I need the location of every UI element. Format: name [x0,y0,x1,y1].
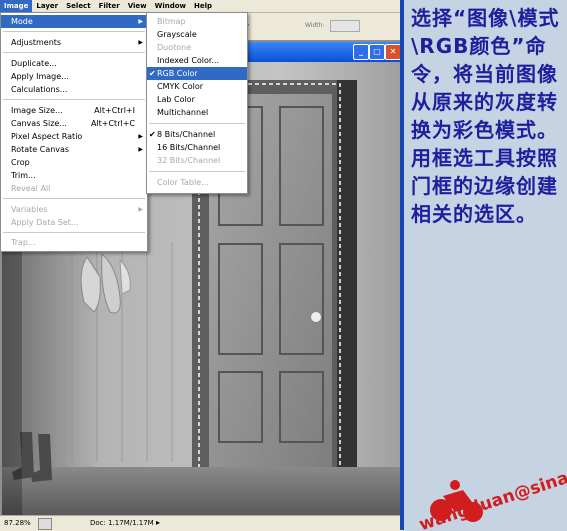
menu-image[interactable]: Image [0,0,33,12]
submenu-arrow-icon: ▶ [138,146,143,153]
door-knob [311,312,321,322]
status-icon [38,518,52,530]
menu-item-variables[interactable]: Variables ▶ [1,203,147,216]
mode-item-bitmap[interactable]: Bitmap [147,15,247,28]
status-bar: 87.28% Doc: 1.17M/1.17M ▸ [0,515,403,531]
menu-filter[interactable]: Filter [95,0,124,12]
watermark-logo: wangduan@sina.com [417,454,567,530]
mode-item-lab-color[interactable]: Lab Color [147,93,247,106]
options-bar: ▾ Width: [246,13,403,40]
menu-item-canvas-size[interactable]: Canvas Size... Alt+Ctrl+C [1,117,147,130]
menu-item-image-size[interactable]: Image Size... Alt+Ctrl+I [1,104,147,117]
menu-item-adjustments[interactable]: Adjustments ▶ [1,36,147,49]
submenu-arrow-icon: ▶ [138,39,143,46]
menu-item-apply-image[interactable]: Apply Image... [1,70,147,83]
menu-item-apply-data-set[interactable]: Apply Data Set... [1,216,147,229]
mode-item-8-bits[interactable]: ✔ 8 Bits/Channel [147,128,247,141]
menu-layer[interactable]: Layer [32,0,62,12]
menu-item-rotate-canvas[interactable]: Rotate Canvas ▶ [1,143,147,156]
zoom-level[interactable]: 87.28% [4,519,31,527]
mode-item-grayscale[interactable]: Grayscale [147,28,247,41]
mode-item-color-table[interactable]: Color Table... [147,176,247,189]
menu-item-trap[interactable]: Trap... [1,236,147,249]
width-field[interactable] [330,20,360,32]
doc-size: Doc: 1.17M/1.17M [90,519,154,527]
checkmark-icon: ✔ [149,69,156,78]
maximize-button[interactable]: □ [369,44,385,60]
minimize-button[interactable]: _ [353,44,369,60]
mode-item-32-bits[interactable]: 32 Bits/Channel [147,154,247,167]
checkmark-icon: ✔ [149,130,156,139]
mode-item-rgb-color[interactable]: ✔ RGB Color [147,67,247,80]
menu-item-duplicate[interactable]: Duplicate... [1,57,147,70]
width-label: Width: [305,22,325,29]
mode-item-duotone[interactable]: Duotone [147,41,247,54]
annotation-paragraph-2: 用框选工具按照门框的边缘创建相关的选区。 [411,146,558,226]
document-title-bar[interactable]: _ □ ✕ [246,42,403,62]
menu-item-mode[interactable]: Mode ▶ [1,15,147,28]
image-menu: Mode ▶ Adjustments ▶ Duplicate... Apply Im… [0,12,148,252]
mode-submenu: Bitmap Grayscale Duotone Indexed Color..… [146,12,248,194]
menu-select[interactable]: Select [62,0,94,12]
annotation-paragraph-1: 选择“图像\模式\RGB颜色”命令，将当前图像从原来的灰度转换为彩色模式。 [411,6,560,142]
menu-item-calculations[interactable]: Calculations... [1,83,147,96]
menu-item-trim[interactable]: Trim... [1,169,147,182]
mode-item-indexed-color[interactable]: Indexed Color... [147,54,247,67]
mode-item-cmyk-color[interactable]: CMYK Color [147,80,247,93]
menu-window[interactable]: Window [151,0,190,12]
menu-view[interactable]: View [124,0,151,12]
menu-item-pixel-aspect-ratio[interactable]: Pixel Aspect Ratio ▶ [1,130,147,143]
floor [2,467,400,515]
tutorial-annotation: 选择“图像\模式\RGB颜色”命令，将当前图像从原来的灰度转换为彩色模式。 用框… [411,4,563,228]
menu-item-reveal-all[interactable]: Reveal All [1,182,147,195]
mode-item-16-bits[interactable]: 16 Bits/Channel [147,141,247,154]
menu-item-crop[interactable]: Crop [1,156,147,169]
close-button[interactable]: ✕ [385,44,401,60]
mode-item-multichannel[interactable]: Multichannel [147,106,247,119]
submenu-arrow-icon: ▶ [138,133,143,140]
menu-help[interactable]: Help [190,0,216,12]
status-arrow-icon[interactable]: ▸ [156,518,160,527]
submenu-arrow-icon: ▶ [138,18,143,25]
submenu-arrow-icon: ▶ [138,206,143,213]
